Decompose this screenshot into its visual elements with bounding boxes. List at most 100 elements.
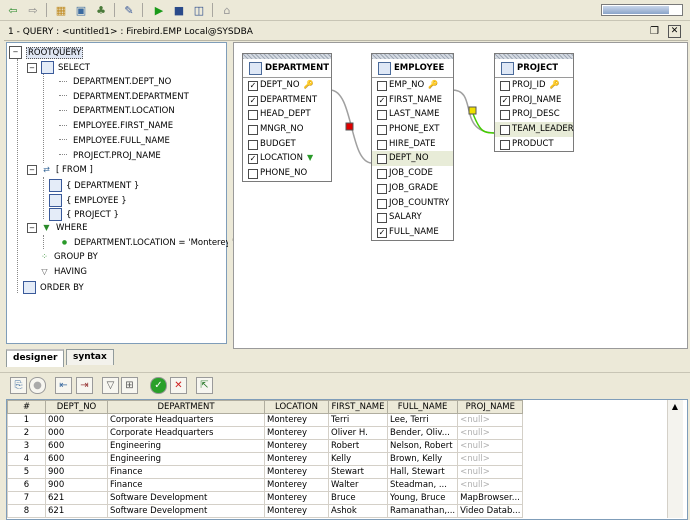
table-cell[interactable]: Monterey xyxy=(264,478,329,492)
field-checkbox[interactable]: ✓ xyxy=(377,95,387,106)
tree-select-item[interactable]: DEPARTMENT.DEPT_NO xyxy=(59,76,171,89)
image-icon[interactable]: ▣ xyxy=(72,2,90,19)
field-row[interactable]: HEAD_DEPT xyxy=(243,107,331,122)
table-cell[interactable]: Terri xyxy=(328,413,388,427)
table-cell[interactable]: 000 xyxy=(45,413,108,427)
field-row[interactable]: LAST_NAME xyxy=(372,107,453,122)
table-cell[interactable]: Stewart xyxy=(328,465,388,479)
table-cell[interactable]: Lee, Terri xyxy=(386,413,459,427)
field-row[interactable]: TEAM_LEADER xyxy=(495,122,574,137)
column-header[interactable]: FIRST_NAME xyxy=(328,400,388,414)
table-cell[interactable]: 000 xyxy=(45,426,108,440)
field-checkbox[interactable] xyxy=(377,139,387,150)
field-row[interactable]: JOB_GRADE xyxy=(372,181,453,196)
field-row[interactable]: ✓ LOCATION ▼ xyxy=(243,151,331,166)
field-row[interactable]: ✓ PROJ_NAME xyxy=(495,93,573,108)
table-cell[interactable]: Hall, Stewart xyxy=(386,465,459,479)
table-cell[interactable]: 621 xyxy=(45,504,108,518)
column-header[interactable]: DEPT_NO xyxy=(45,400,108,414)
tree-node-root[interactable]: − ROOTQUERY xyxy=(9,46,84,59)
table-cell[interactable]: <null> xyxy=(457,478,524,492)
field-row[interactable]: MNGR_NO xyxy=(243,122,331,137)
tree-node-having[interactable]: ▽ HAVING xyxy=(39,266,87,279)
column-header[interactable]: FULL_NAME xyxy=(386,400,459,414)
field-row[interactable]: ✓ DEPT_NO 🔑 xyxy=(243,78,331,93)
table-row[interactable]: 6 900 Finance Monterey Walter Steadman, ... <n… xyxy=(7,478,524,492)
join-marker-emp-proj[interactable] xyxy=(468,106,477,115)
field-row[interactable]: JOB_COUNTRY xyxy=(372,196,453,211)
table-cell[interactable]: Steadman, ... xyxy=(386,478,459,492)
table-cell[interactable]: 2 xyxy=(7,426,46,440)
field-row[interactable]: PROJ_ID 🔑 xyxy=(495,78,573,93)
table-cell[interactable]: Kelly xyxy=(328,452,388,466)
tree-select-item[interactable]: DEPARTMENT.DEPARTMENT xyxy=(59,91,189,104)
table-cell[interactable]: 5 xyxy=(7,465,46,479)
results-scrollbar[interactable]: ▲ xyxy=(667,400,683,518)
table-cell[interactable]: Video Datab... xyxy=(457,504,524,518)
table-cell[interactable]: Nelson, Robert xyxy=(386,439,459,453)
field-row[interactable]: EMP_NO 🔑 xyxy=(372,78,453,93)
tree-node-where[interactable]: − ▼ WHERE xyxy=(27,222,87,235)
table-row[interactable]: 7 621 Software Development Monterey Bruce You… xyxy=(7,491,524,505)
table-cell[interactable]: Software Development xyxy=(107,504,265,518)
exit-icon[interactable]: ⇱ xyxy=(196,377,213,394)
field-checkbox[interactable] xyxy=(377,125,387,136)
table-cell[interactable]: <null> xyxy=(457,439,524,453)
table-cell[interactable]: 600 xyxy=(45,452,108,466)
field-checkbox[interactable]: ✓ xyxy=(248,95,258,106)
table-cell[interactable]: 900 xyxy=(45,478,108,492)
table-cell[interactable]: MapBrowser... xyxy=(457,491,524,505)
tree-from-item[interactable]: { DEPARTMENT } xyxy=(49,179,139,192)
table-cell[interactable]: Brown, Kelly xyxy=(386,452,459,466)
filter-icon[interactable]: ▽ xyxy=(102,377,119,394)
table-cell[interactable]: 4 xyxy=(7,452,46,466)
table-row[interactable]: 3 600 Engineering Monterey Robert Nelson, Rob… xyxy=(7,439,524,453)
column-header[interactable]: DEPARTMENT xyxy=(107,400,265,414)
table-cell[interactable]: Finance xyxy=(107,478,265,492)
field-checkbox[interactable]: ✓ xyxy=(377,227,387,238)
commit-icon[interactable]: ✓ xyxy=(150,377,167,394)
stop-icon[interactable]: ● xyxy=(29,377,46,394)
tree-where-item[interactable]: ● DEPARTMENT.LOCATION = 'Monterey' xyxy=(59,237,233,250)
field-checkbox[interactable] xyxy=(248,139,258,150)
field-row[interactable]: JOB_CODE xyxy=(372,166,453,181)
table-cell[interactable]: Software Development xyxy=(107,491,265,505)
table-row[interactable]: 5 900 Finance Monterey Stewart Hall, Stewart <… xyxy=(7,465,524,479)
table-cell[interactable]: 7 xyxy=(7,491,46,505)
table-cell[interactable]: Monterey xyxy=(264,426,329,440)
table-cell[interactable]: <null> xyxy=(457,426,524,440)
field-checkbox[interactable] xyxy=(500,110,510,121)
table-cell[interactable]: <null> xyxy=(457,465,524,479)
field-checkbox[interactable]: ✓ xyxy=(248,154,258,165)
field-row[interactable]: ✓ FULL_NAME xyxy=(372,225,453,240)
field-checkbox[interactable] xyxy=(377,169,387,180)
table-cell[interactable]: Corporate Headquarters xyxy=(107,413,265,427)
tree-node-group-by[interactable]: ⁘ GROUP BY xyxy=(39,251,98,264)
field-row[interactable]: PHONE_EXT xyxy=(372,122,453,137)
column-header[interactable]: # xyxy=(7,400,46,414)
table-cell[interactable]: Ramanathan,... xyxy=(386,504,459,518)
field-row[interactable]: HIRE_DATE xyxy=(372,137,453,152)
table-project[interactable]: PROJECT PROJ_ID 🔑 ✓ PROJ_NAME PROJ_DESC TEAM_… xyxy=(494,53,574,153)
column-header[interactable]: PROJ_NAME xyxy=(457,400,524,414)
tab-designer[interactable]: designer xyxy=(6,349,65,367)
tree-from-item[interactable]: { PROJECT } xyxy=(49,208,119,222)
tree-icon[interactable]: ♣ xyxy=(92,2,110,19)
table-row[interactable]: 4 600 Engineering Monterey Kelly Brown, Kelly… xyxy=(7,452,524,466)
tree-node-from[interactable]: − ⇄[ FROM ] xyxy=(27,164,93,177)
scroll-up-icon[interactable]: ▲ xyxy=(670,402,680,412)
table-cell[interactable]: Monterey xyxy=(264,504,329,518)
forward-arrow-icon[interactable]: ⇨ xyxy=(24,2,42,19)
field-checkbox[interactable] xyxy=(377,198,387,209)
table-cell[interactable]: Engineering xyxy=(107,452,265,466)
field-checkbox[interactable] xyxy=(377,154,387,165)
rollback-icon[interactable]: ✕ xyxy=(170,377,187,394)
field-checkbox[interactable] xyxy=(500,139,510,150)
results-grid[interactable]: # DEPT_NO DEPARTMENT LOCATION FIRST_NAME FULL… xyxy=(6,399,688,520)
table-cell[interactable]: 900 xyxy=(45,465,108,479)
field-checkbox[interactable] xyxy=(377,183,387,194)
field-row[interactable]: BUDGET xyxy=(243,137,331,152)
field-row[interactable]: ✓ FIRST_NAME xyxy=(372,93,453,108)
table-cell[interactable]: Monterey xyxy=(264,465,329,479)
field-checkbox[interactable] xyxy=(248,125,258,136)
